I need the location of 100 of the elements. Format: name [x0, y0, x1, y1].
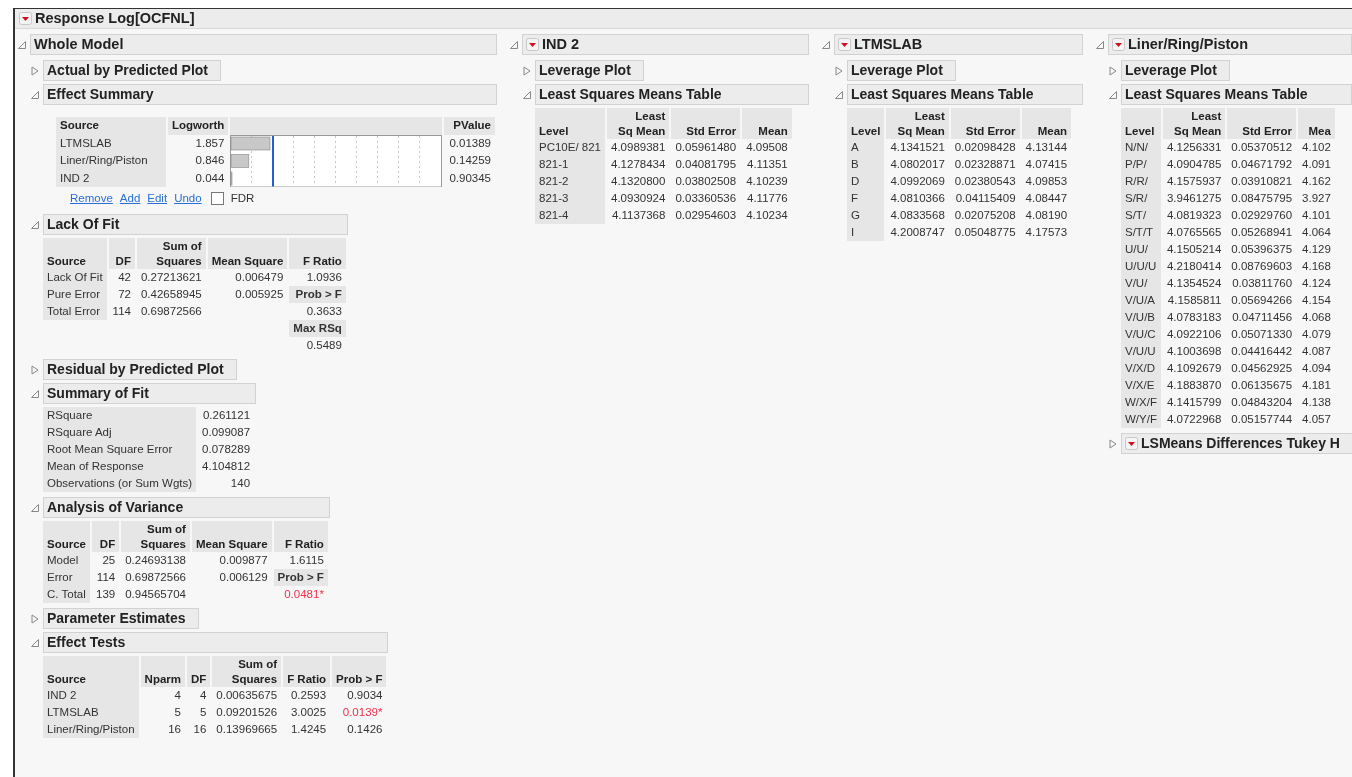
expanded-triangle-icon[interactable] — [522, 89, 532, 100]
table-cell-text: 0.03802508 — [674, 174, 738, 189]
outline-header[interactable]: Residual by Predicted Plot — [43, 359, 237, 381]
table-cell-text: 4.09853 — [1024, 174, 1069, 189]
row-label: Liner/Ring/Piston — [43, 721, 139, 739]
expanded-triangle-icon[interactable] — [30, 388, 40, 399]
table-cell-text: 4.0810366 — [889, 191, 946, 206]
link[interactable]: Edit — [147, 190, 168, 208]
expanded-triangle-icon[interactable] — [1108, 89, 1118, 100]
table-cell-text: 4.091 — [1301, 157, 1332, 172]
menu-icon[interactable] — [1125, 437, 1138, 450]
table-cell-text: 4 — [198, 688, 208, 704]
table-cell-text: 114 — [95, 570, 117, 586]
outline-header[interactable]: Lack Of Fit — [43, 214, 348, 236]
outline-header[interactable]: Effect Tests — [43, 632, 389, 654]
link[interactable]: Remove — [70, 190, 113, 208]
menu-icon[interactable] — [838, 38, 851, 51]
outline-header[interactable]: Analysis of Variance — [43, 497, 330, 519]
row-label: 821-4 — [535, 207, 605, 224]
column-header: Source — [43, 656, 139, 688]
row-label: LTMSLAB — [43, 704, 139, 722]
table-cell-text: 0.00635675 — [215, 688, 279, 704]
collapsed-triangle-icon[interactable] — [30, 364, 40, 375]
menu-icon[interactable] — [19, 12, 32, 25]
table-cell-text: 0.846 — [194, 153, 226, 168]
outline-header[interactable]: IND 2 — [522, 34, 809, 55]
outline-header[interactable]: Whole Model — [30, 34, 497, 55]
outline-header[interactable]: Summary of Fit — [43, 383, 257, 405]
outline-title: IND 2 — [542, 34, 580, 54]
outline-header[interactable]: Liner/Ring/Piston — [1108, 34, 1352, 55]
outline-title: Leverage Plot — [851, 61, 943, 80]
report-header[interactable]: Response Log[OCFNL] — [15, 9, 1352, 29]
table-cell-text: 4.124 — [1301, 276, 1332, 291]
column-header: Mean Square — [191, 521, 272, 553]
row-label: I — [847, 224, 885, 241]
table-cell-text: 3.9461275 — [1165, 191, 1223, 206]
outline-header[interactable]: Parameter Estimates — [43, 608, 199, 630]
table-cell-text: 0.05961480 — [674, 140, 738, 155]
link[interactable]: Undo — [174, 190, 202, 208]
table-cell-text: 5 — [198, 705, 208, 721]
collapsed-triangle-icon[interactable] — [834, 65, 844, 76]
table-cell-text: 3.0025 — [289, 705, 328, 721]
outline-title: Lack Of Fit — [47, 215, 120, 235]
table-cell-text: 114 — [111, 304, 132, 320]
collapsed-triangle-icon[interactable] — [30, 613, 40, 624]
collapsed-triangle-icon[interactable] — [522, 65, 532, 76]
collapsed-triangle-icon[interactable] — [1108, 438, 1118, 449]
table-cell-text: 4.1003698 — [1165, 344, 1223, 359]
table-cell-text: 0.05268941 — [1230, 225, 1294, 240]
row-label: R/R/ — [1121, 173, 1161, 190]
table-cell-text: 0.099087 — [201, 425, 252, 441]
expanded-triangle-icon[interactable] — [821, 39, 831, 50]
table-cell-text: 4.087 — [1301, 344, 1332, 359]
menu-icon[interactable] — [1112, 38, 1125, 51]
table-cell-text: 0.02380543 — [953, 174, 1017, 189]
table-cell-text: 4.1256331 — [1165, 140, 1223, 155]
table-cell-text: 4.10239 — [745, 174, 789, 189]
row-label: V/U/C — [1121, 326, 1161, 343]
table-cell-text: 1.0936 — [305, 270, 343, 286]
outline-header[interactable]: Least Squares Means Table — [847, 84, 1083, 105]
fdr-checkbox[interactable] — [210, 192, 224, 206]
table-cell-text: 25 — [101, 553, 117, 569]
collapsed-triangle-icon[interactable] — [1108, 65, 1118, 76]
table-cell-text: 0.078289 — [201, 442, 252, 458]
table-cell-text: 0.14259 — [448, 153, 492, 168]
column-header: Source — [56, 117, 166, 135]
table-cell-text: 0.05396375 — [1230, 242, 1294, 257]
collapsed-triangle-icon[interactable] — [30, 65, 40, 76]
column-header: Mean Square — [207, 238, 288, 270]
outline-header[interactable]: Leverage Plot — [847, 60, 956, 81]
outline-title: LSMeans Differences Tukey H — [1141, 434, 1340, 453]
expanded-triangle-icon[interactable] — [30, 219, 40, 230]
outline-title: Residual by Predicted Plot — [47, 360, 224, 380]
expanded-triangle-icon[interactable] — [1095, 39, 1105, 50]
outline-title: Leverage Plot — [1125, 61, 1217, 80]
expanded-triangle-icon[interactable] — [509, 39, 519, 50]
link[interactable]: Add — [119, 190, 141, 208]
expanded-triangle-icon[interactable] — [17, 39, 27, 50]
table-cell-text: 0.3633 — [305, 304, 343, 320]
expanded-triangle-icon[interactable] — [30, 89, 40, 100]
row-label: 821-2 — [535, 173, 605, 190]
column-header: Std Error — [1227, 108, 1297, 139]
expanded-triangle-icon[interactable] — [834, 89, 844, 100]
row-label: P/P/ — [1121, 156, 1161, 173]
table-cell-text: 0.90345 — [448, 170, 492, 186]
outline-header[interactable]: Least Squares Means Table — [535, 84, 809, 105]
outline-header[interactable]: LSMeans Differences Tukey H — [1121, 433, 1352, 454]
expanded-triangle-icon[interactable] — [30, 502, 40, 513]
column-header: Least Sq Mean — [607, 108, 670, 139]
outline-header[interactable]: Effect Summary — [43, 84, 497, 105]
table-cell-text: 4.0802017 — [889, 157, 946, 172]
menu-icon[interactable] — [526, 38, 539, 51]
outline-header[interactable]: Actual by Predicted Plot — [43, 60, 222, 81]
column-header: Source — [43, 238, 107, 270]
expanded-triangle-icon[interactable] — [30, 637, 40, 648]
outline-header[interactable]: Least Squares Means Table — [1121, 84, 1352, 105]
outline-header[interactable]: Leverage Plot — [1121, 60, 1230, 81]
outline-header[interactable]: Leverage Plot — [535, 60, 644, 81]
row-label: C. Total — [43, 586, 90, 604]
outline-header[interactable]: LTMSLAB — [834, 34, 1083, 55]
